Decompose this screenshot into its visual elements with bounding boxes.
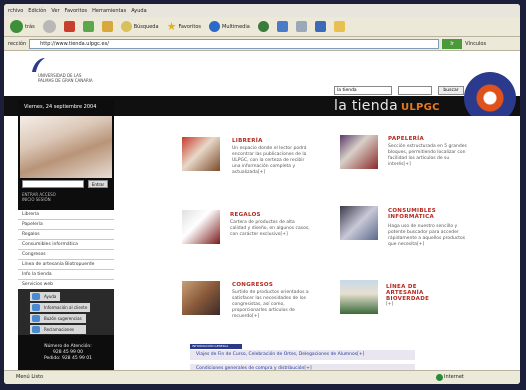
regalos-title[interactable]: REGALOS xyxy=(230,212,261,218)
sidebar-login-label: ENTRAR ACCESO INICIO SESIÓN xyxy=(22,192,56,202)
sidebar-item-congresos[interactable]: Congresos xyxy=(18,250,114,260)
info-header: INFORMACIÓN GENERAL xyxy=(190,344,242,349)
stop-icon xyxy=(63,21,75,32)
folder-icon xyxy=(333,21,345,32)
print-button[interactable] xyxy=(294,19,309,35)
consumibles-title[interactable]: CONSUMIBLES INFORMÁTICA xyxy=(388,208,458,220)
status-bar: Menú Listo Internet xyxy=(4,370,520,384)
consumibles-image[interactable] xyxy=(340,206,378,240)
favorites-button[interactable]: ★ Favoritos xyxy=(165,19,203,35)
search-button[interactable]: Búsqueda xyxy=(119,19,161,35)
zone-text: Internet xyxy=(444,374,464,380)
sidebar-item-consumibles[interactable]: Consumibles informática xyxy=(18,240,114,250)
university-logo[interactable]: UNIVERSIDAD DE LAS PALMAS DE GRAN CANARI… xyxy=(30,56,120,83)
menu-edicion[interactable]: Edición xyxy=(28,8,46,14)
multimedia-button[interactable]: Multimedia xyxy=(207,19,252,35)
info-link-viajes[interactable]: Viajes de Fin de Curso, Celebración de O… xyxy=(190,350,415,360)
regalos-description: Cartera de productos de alta calidad y d… xyxy=(230,220,310,237)
multimedia-icon xyxy=(209,21,221,32)
libreria-description: Un espacio donde el lector podrá encontr… xyxy=(232,146,307,175)
subitem-reclamaciones[interactable]: Reclamaciones xyxy=(30,325,86,334)
menu-ayuda[interactable]: Ayuda xyxy=(131,8,146,14)
artesania-image[interactable] xyxy=(340,280,378,314)
menu-ver[interactable]: Ver xyxy=(51,8,59,14)
congresos-title[interactable]: CONGRESOS xyxy=(232,282,273,288)
subitem-ayuda[interactable]: Ayuda xyxy=(30,292,60,301)
university-name: UNIVERSIDAD DE LAS PALMAS DE GRAN CANARI… xyxy=(38,73,93,83)
sidebar-search-input[interactable] xyxy=(22,180,84,188)
print-icon xyxy=(295,21,307,32)
artesania-title[interactable]: LÍNEA DE ARTESANÍA BIOVERDADE xyxy=(386,284,446,302)
subitem-buzon[interactable]: Buzón sugerencias xyxy=(30,314,86,323)
mail-button[interactable] xyxy=(275,19,290,35)
libreria-image[interactable] xyxy=(182,137,220,171)
university-logo-icon xyxy=(32,58,45,72)
congresos-description: Surtido de productos orientados a satisf… xyxy=(232,290,309,319)
site-title: la tienda ULPGC xyxy=(334,98,440,114)
sidebar-item-papeleria[interactable]: Papelería xyxy=(18,220,114,230)
home-icon xyxy=(101,21,113,32)
site-search-input[interactable] xyxy=(398,86,432,95)
sidebar-item-regalos[interactable]: Regalos xyxy=(18,230,114,240)
browser-window: rchivo Edición Ver Favoritos Herramienta… xyxy=(4,4,520,384)
consumibles-description: Haga uso de nuestro sencillo y potente b… xyxy=(388,224,466,247)
complaint-icon xyxy=(32,326,40,333)
menu-herramientas[interactable]: Herramientas xyxy=(92,8,126,14)
address-bar: rección http://www.tienda.ulpgc.es/ Ir V… xyxy=(4,37,520,51)
libreria-title[interactable]: LIBRERÍA xyxy=(232,138,263,144)
artesania-description[interactable]: [+] xyxy=(386,302,416,308)
address-label: rección xyxy=(8,40,27,47)
sidebar-subitems: Ayuda Información al cliente Buzón suger… xyxy=(18,289,114,335)
status-text: Menú Listo xyxy=(16,374,44,380)
congresos-image[interactable] xyxy=(182,281,220,315)
papeleria-description: Sección estructurada en 5 grandes bloque… xyxy=(388,144,467,167)
back-button[interactable]: trás xyxy=(8,19,37,35)
regalos-image[interactable] xyxy=(182,210,220,244)
contact-info: Número de Atención: 928 45 99 00 Pedido:… xyxy=(43,344,93,361)
forward-arrow-icon xyxy=(42,20,56,33)
subitem-info-cliente[interactable]: Información al cliente xyxy=(30,303,90,312)
back-arrow-icon xyxy=(10,20,23,33)
hero-photo xyxy=(20,116,112,178)
help-icon xyxy=(32,293,40,300)
papeleria-title[interactable]: PAPELERÍA xyxy=(388,136,424,142)
mailbox-icon xyxy=(32,315,40,322)
forward-button[interactable] xyxy=(41,19,58,35)
search-icon xyxy=(120,21,132,32)
mail-icon xyxy=(276,21,288,32)
folder-button[interactable] xyxy=(332,19,347,35)
home-button[interactable] xyxy=(100,19,115,35)
menu-archivo[interactable]: rchivo xyxy=(8,8,23,14)
site-search-select[interactable]: la tienda xyxy=(334,86,392,95)
links-label[interactable]: Vínculos xyxy=(465,41,486,47)
toolbar: trás Búsqueda ★ Favoritos Multimedia xyxy=(4,17,520,37)
papeleria-image[interactable] xyxy=(340,135,378,169)
menu-bar: rchivo Edición Ver Favoritos Herramienta… xyxy=(4,4,520,17)
internet-zone-icon xyxy=(436,374,443,381)
refresh-icon xyxy=(82,21,94,32)
menu-favoritos[interactable]: Favoritos xyxy=(65,8,88,14)
sidebar-search-button[interactable]: Entrar xyxy=(88,180,108,188)
history-button[interactable] xyxy=(256,19,271,35)
sidebar-item-info[interactable]: Info la tienda xyxy=(18,270,114,280)
go-button[interactable]: Ir xyxy=(442,38,463,49)
star-icon: ★ xyxy=(166,20,177,33)
address-input[interactable]: http://www.tienda.ulpgc.es/ xyxy=(29,38,440,49)
history-icon xyxy=(257,21,269,32)
edit-icon xyxy=(314,21,326,32)
sidebar-item-libreria[interactable]: Librería xyxy=(18,210,114,220)
site-search-button[interactable]: buscar xyxy=(438,86,464,95)
sidebar-item-artesania[interactable]: Línea de artesanía Biotropuerde xyxy=(18,260,114,270)
edit-button[interactable] xyxy=(313,19,328,35)
info-icon xyxy=(32,304,40,311)
date-label: Viernes, 24 septiembre 2004 xyxy=(24,104,97,110)
sidebar-menu: Librería Papelería Regalos Consumibles i… xyxy=(18,210,114,290)
refresh-button[interactable] xyxy=(81,19,96,35)
stop-button[interactable] xyxy=(62,19,77,35)
